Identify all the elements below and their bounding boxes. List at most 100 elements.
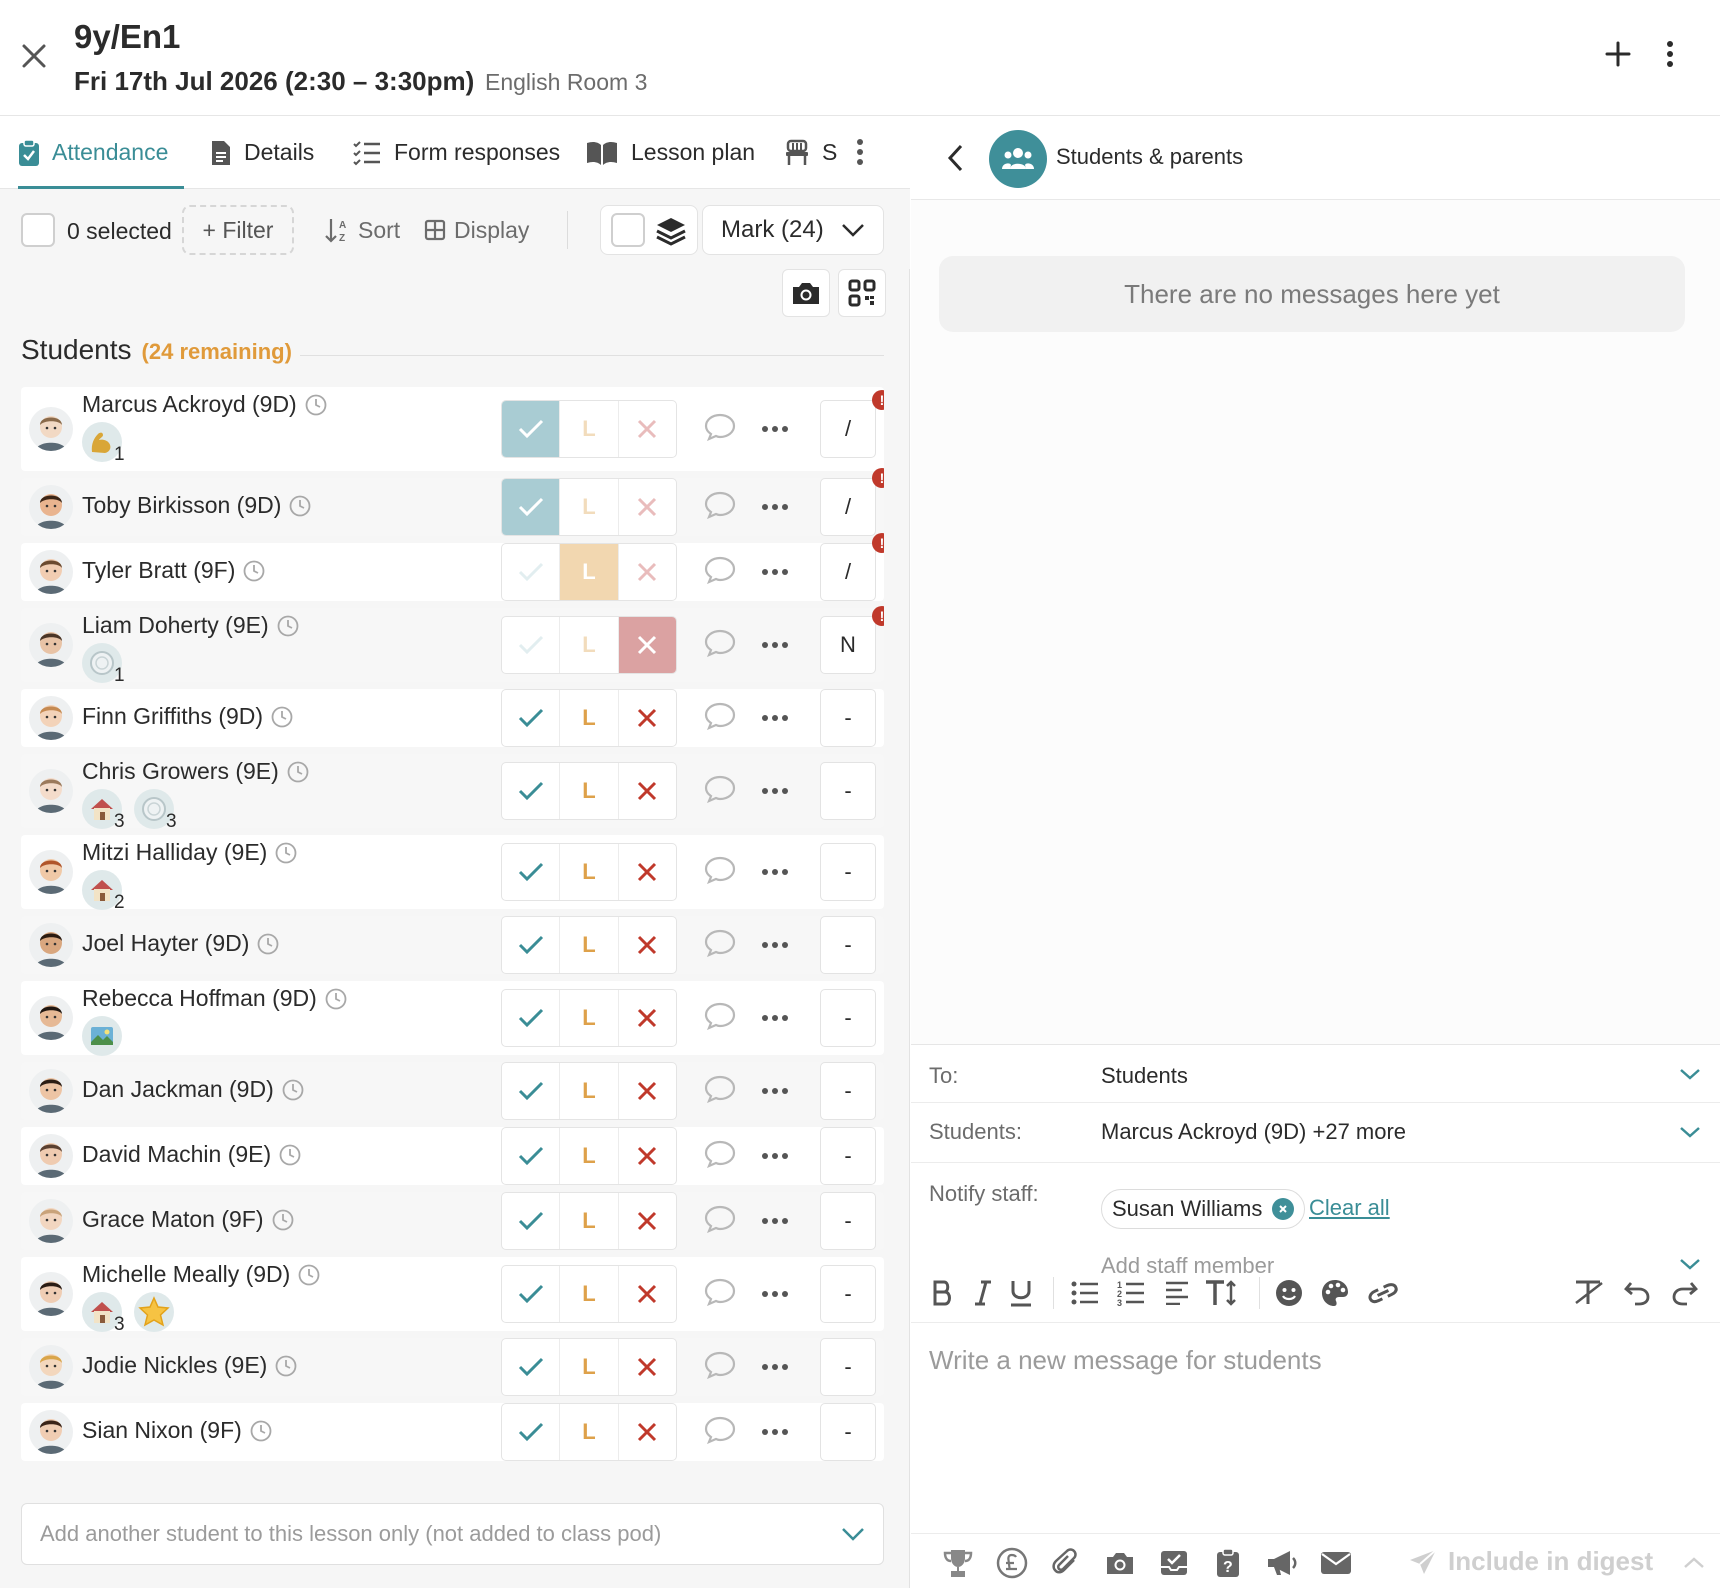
history-button[interactable] (257, 933, 279, 955)
comment-button[interactable] (700, 407, 740, 447)
mark-late-button[interactable]: L (560, 763, 619, 819)
student-badge[interactable]: 2 (82, 870, 125, 913)
comment-button[interactable] (700, 850, 740, 890)
history-button[interactable] (298, 1264, 320, 1286)
italic-button[interactable] (965, 1275, 1001, 1311)
payment-button[interactable] (995, 1546, 1029, 1580)
text-size-button[interactable] (1203, 1275, 1239, 1311)
row-more-button[interactable] (755, 409, 795, 449)
mark-absent-button[interactable] (619, 763, 676, 819)
select-all-checkbox[interactable] (21, 213, 55, 247)
email-button[interactable] (1319, 1546, 1353, 1580)
mark-present-button[interactable] (502, 1128, 561, 1184)
sort-button[interactable]: AZ Sort (324, 205, 400, 255)
history-button[interactable] (275, 1355, 297, 1377)
tab-details[interactable]: Details (210, 116, 314, 189)
comment-button[interactable] (700, 996, 740, 1036)
mark-present-button[interactable] (502, 1339, 561, 1395)
mark-absent-button[interactable] (619, 917, 676, 973)
mark-late-button[interactable]: L (560, 1266, 619, 1322)
mark-present-button[interactable] (502, 544, 561, 600)
mark-late-button[interactable]: L (560, 917, 619, 973)
mark-present-button[interactable] (502, 1063, 561, 1119)
mark-late-button[interactable]: L (560, 690, 619, 746)
student-avatar[interactable] (29, 850, 73, 894)
tab-seating[interactable]: S (784, 116, 837, 189)
bulk-mode-checkbox[interactable] (611, 213, 645, 247)
mark-absent-button[interactable] (619, 690, 676, 746)
mark-present-button[interactable] (502, 617, 561, 673)
row-more-button[interactable] (755, 998, 795, 1038)
back-button[interactable] (935, 138, 975, 178)
attendance-code[interactable]: - (820, 989, 876, 1047)
history-button[interactable] (243, 560, 265, 582)
attendance-code[interactable]: - (820, 689, 876, 747)
comment-button[interactable] (700, 485, 740, 525)
student-name[interactable]: Marcus Ackroyd (9D) (82, 391, 327, 418)
mark-present-button[interactable] (502, 1266, 561, 1322)
student-avatar[interactable] (29, 407, 73, 451)
layers-button[interactable] (655, 215, 687, 247)
row-more-button[interactable] (755, 552, 795, 592)
question-button[interactable]: ? (1211, 1546, 1245, 1580)
comment-button[interactable] (700, 550, 740, 590)
student-name[interactable]: Sian Nixon (9F) (82, 1417, 272, 1444)
student-name[interactable]: Liam Doherty (9E) (82, 612, 299, 639)
mark-late-button[interactable]: L (560, 544, 619, 600)
row-more-button[interactable] (755, 925, 795, 965)
row-more-button[interactable] (755, 698, 795, 738)
mark-late-button[interactable]: L (560, 1193, 619, 1249)
to-value[interactable]: Students (1101, 1063, 1188, 1089)
history-button[interactable] (271, 706, 293, 728)
student-name[interactable]: David Machin (9E) (82, 1141, 301, 1168)
row-more-button[interactable] (755, 1201, 795, 1241)
link-button[interactable] (1365, 1275, 1401, 1311)
mark-absent-button[interactable] (619, 1128, 676, 1184)
add-button[interactable] (1598, 34, 1638, 74)
display-button[interactable]: Display (424, 205, 529, 255)
mark-late-button[interactable]: L (560, 1063, 619, 1119)
row-more-button[interactable] (755, 1347, 795, 1387)
student-avatar[interactable] (29, 550, 73, 594)
attendance-code[interactable]: / (820, 543, 876, 601)
underline-button[interactable] (1003, 1275, 1039, 1311)
mark-absent-button[interactable] (619, 479, 676, 535)
mark-present-button[interactable] (502, 1404, 561, 1460)
mark-late-button[interactable]: L (560, 617, 619, 673)
mark-late-button[interactable]: L (560, 1128, 619, 1184)
inbox-button[interactable] (1157, 1546, 1191, 1580)
student-name[interactable]: Grace Maton (9F) (82, 1206, 294, 1233)
history-button[interactable] (275, 842, 297, 864)
mark-present-button[interactable] (502, 844, 561, 900)
camera-button[interactable] (782, 269, 830, 317)
bold-button[interactable] (925, 1275, 961, 1311)
row-more-button[interactable] (755, 1136, 795, 1176)
mark-present-button[interactable] (502, 917, 561, 973)
row-more-button[interactable] (755, 852, 795, 892)
attendance-code[interactable]: - (820, 1265, 876, 1323)
color-button[interactable] (1317, 1275, 1353, 1311)
close-button[interactable] (16, 38, 52, 74)
mark-absent-button[interactable] (619, 1266, 676, 1322)
bullet-list-button[interactable] (1067, 1275, 1103, 1311)
history-button[interactable] (325, 988, 347, 1010)
mark-late-button[interactable]: L (560, 401, 619, 457)
tab-attendance[interactable]: Attendance (18, 116, 184, 190)
student-avatar[interactable] (29, 623, 73, 667)
mark-present-button[interactable] (502, 479, 561, 535)
mark-absent-button[interactable] (619, 990, 676, 1046)
emoji-button[interactable] (1271, 1275, 1307, 1311)
numbered-list-button[interactable]: 123 (1113, 1275, 1149, 1311)
history-button[interactable] (277, 615, 299, 637)
history-button[interactable] (250, 1420, 272, 1442)
mark-present-button[interactable] (502, 401, 561, 457)
student-name[interactable]: Toby Birkisson (9D) (82, 492, 311, 519)
student-avatar[interactable] (29, 1199, 73, 1243)
filter-button[interactable]: + Filter (182, 205, 294, 255)
history-button[interactable] (287, 761, 309, 783)
student-avatar[interactable] (29, 1345, 73, 1389)
mark-absent-button[interactable] (619, 401, 676, 457)
comment-button[interactable] (700, 923, 740, 963)
to-dropdown[interactable] (1675, 1059, 1705, 1089)
history-button[interactable] (289, 495, 311, 517)
